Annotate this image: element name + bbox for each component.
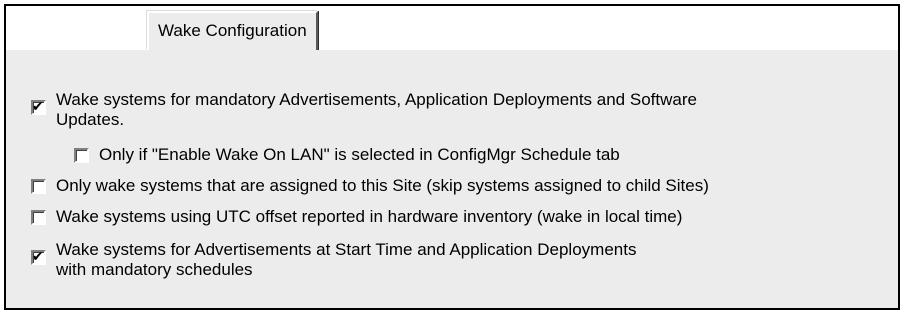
- wake-configuration-dialog: Wake Configuration ✔ Wake systems for ma…: [4, 4, 900, 310]
- tab-strip: Wake Configuration: [6, 6, 898, 50]
- checkmark-icon: ✔: [32, 248, 44, 264]
- only-if-wol-label: Only if "Enable Wake On LAN" is selected…: [99, 145, 620, 164]
- option-only-if-wol-row[interactable]: Only if "Enable Wake On LAN" is selected…: [74, 145, 620, 165]
- wake-mandatory-label: Wake systems for mandatory Advertisement…: [56, 90, 697, 129]
- assigned-site-checkbox[interactable]: [31, 179, 46, 194]
- utc-offset-label: Wake systems using UTC offset reported i…: [56, 207, 683, 226]
- start-time-label: Wake systems for Advertisements at Start…: [56, 240, 637, 279]
- checkmark-icon: ✔: [32, 98, 44, 114]
- option-utc-offset-row[interactable]: Wake systems using UTC offset reported i…: [31, 207, 682, 227]
- assigned-site-label: Only wake systems that are assigned to t…: [56, 176, 709, 195]
- option-assigned-site-row[interactable]: Only wake systems that are assigned to t…: [31, 176, 709, 196]
- wake-mandatory-checkbox[interactable]: ✔: [31, 98, 46, 115]
- only-if-wol-checkbox[interactable]: [74, 148, 89, 163]
- wake-configuration-panel: ✔ Wake systems for mandatory Advertiseme…: [6, 50, 898, 308]
- start-time-checkbox[interactable]: ✔: [31, 248, 46, 265]
- utc-offset-checkbox[interactable]: [31, 210, 46, 225]
- option-wake-mandatory-row[interactable]: ✔ Wake systems for mandatory Advertiseme…: [31, 90, 851, 130]
- option-start-time-row[interactable]: ✔ Wake systems for Advertisements at Sta…: [31, 240, 851, 280]
- tab-wake-configuration[interactable]: Wake Configuration: [147, 11, 318, 50]
